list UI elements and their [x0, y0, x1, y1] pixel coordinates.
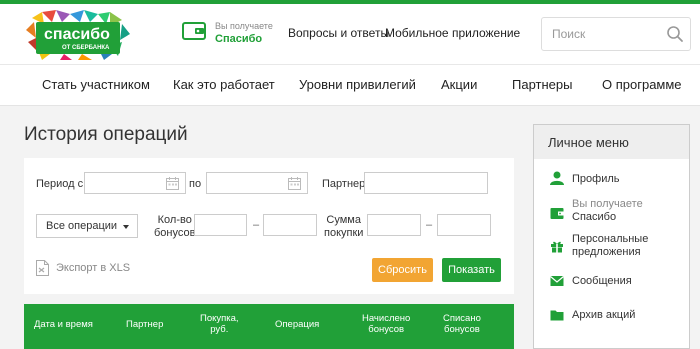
user-icon: [550, 171, 564, 185]
gift-icon: [551, 241, 563, 253]
show-button[interactable]: Показать: [442, 258, 501, 282]
purchase-sum-to-field[interactable]: [437, 214, 491, 236]
folder-icon: [550, 310, 564, 321]
calendar-icon[interactable]: [288, 177, 301, 190]
chevron-down-icon: [123, 225, 129, 229]
range-dash: –: [426, 219, 433, 231]
column-header-accrued[interactable]: Начислено бонусов: [362, 313, 410, 335]
nav-promotions[interactable]: Акции: [441, 77, 477, 92]
column-header-spent[interactable]: Списано бонусов: [443, 313, 481, 335]
period-to-label: по: [189, 178, 202, 190]
bonus-count-to-field[interactable]: [263, 214, 317, 236]
nav-about[interactable]: О программе: [602, 77, 682, 92]
period-from-label: Период с: [36, 178, 84, 190]
export-xls-label: Экспорт в XLS: [56, 262, 131, 274]
menu-item-messages[interactable]: Сообщения: [534, 271, 689, 291]
personal-menu-header: Личное меню: [534, 125, 689, 159]
period-from-field[interactable]: [84, 172, 186, 194]
nav-partners[interactable]: Партнеры: [512, 77, 572, 92]
spasibo-logo[interactable]: спасибо ОТ СБЕРБАНКА: [24, 10, 134, 62]
nav-join[interactable]: Стать участником: [42, 77, 150, 92]
page-title: История операций: [24, 124, 188, 145]
bonus-count-label: Кол-во бонусов: [154, 214, 196, 239]
purchase-sum-label: Сумма покупки: [324, 214, 364, 239]
mobile-app-link[interactable]: Мобильное приложение: [385, 26, 520, 40]
column-header-partner[interactable]: Партнер: [126, 319, 163, 330]
menu-item-spasibo[interactable]: Вы получаете Спасибо: [534, 197, 689, 227]
document-icon: [36, 260, 49, 276]
personal-menu-title: Личное меню: [548, 135, 629, 150]
column-header-operation[interactable]: Операция: [275, 319, 319, 330]
nav-how-it-works[interactable]: Как это работает: [173, 77, 275, 92]
filter-panel: Период с по Партнер Все операции Кол-во: [24, 158, 514, 294]
operations-table-header: Дата и время Партнер Покупка, руб. Опера…: [24, 304, 514, 349]
logo-subtext: ОТ СБЕРБАНКА: [62, 45, 110, 51]
partner-field[interactable]: [364, 172, 488, 194]
menu-item-profile[interactable]: Профиль: [534, 169, 689, 189]
partner-label: Партнер: [322, 178, 366, 190]
range-dash: –: [253, 219, 260, 231]
promo-small-text: Вы получаете: [215, 21, 273, 31]
main-nav: Стать участником Как это работает Уровни…: [0, 64, 700, 106]
operations-select[interactable]: Все операции: [36, 214, 138, 238]
bonus-count-from-field[interactable]: [194, 214, 247, 236]
calendar-icon[interactable]: [166, 177, 179, 190]
purchase-sum-from-field[interactable]: [367, 214, 421, 236]
operations-select-value: Все операции: [46, 220, 118, 232]
search-icon[interactable]: [666, 25, 684, 43]
menu-item-archive[interactable]: Архив акций: [534, 305, 689, 325]
site-header: спасибо ОТ СБЕРБАНКА Вы получаете Спасиб…: [0, 4, 700, 64]
column-header-datetime[interactable]: Дата и время: [34, 319, 93, 330]
promo-brand-text: Спасибо: [215, 33, 263, 45]
menu-item-personal-offers[interactable]: Персональные предложения: [534, 232, 689, 262]
faq-link[interactable]: Вопросы и ответы: [288, 26, 389, 40]
reset-button[interactable]: Сбросить: [372, 258, 433, 282]
nav-privilege-levels[interactable]: Уровни привилегий: [299, 77, 416, 92]
wallet-icon: [550, 208, 564, 219]
personal-menu: Личное меню Профиль Вы получаете Спасибо…: [533, 124, 690, 349]
envelope-icon: [550, 276, 564, 286]
bonus-promo[interactable]: Вы получаете Спасибо: [182, 16, 273, 52]
search-box: [541, 17, 691, 51]
period-to-field[interactable]: [206, 172, 308, 194]
logo-text: спасибо: [44, 26, 110, 43]
wallet-icon: [182, 22, 206, 40]
column-header-purchase[interactable]: Покупка, руб.: [200, 313, 239, 335]
search-input[interactable]: [552, 24, 662, 44]
